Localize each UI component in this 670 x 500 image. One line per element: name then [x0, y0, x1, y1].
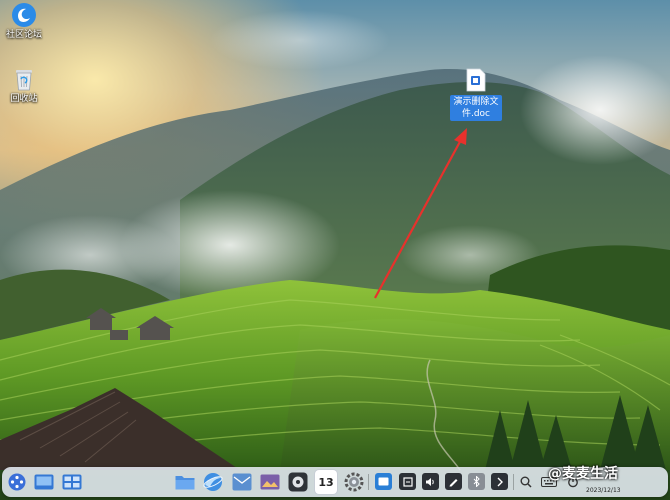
folder-icon	[175, 476, 195, 490]
calendar-button[interactable]: 13	[315, 470, 337, 494]
media-player-icon	[288, 472, 308, 492]
annotation-arrow	[374, 128, 467, 299]
search-button[interactable]	[517, 473, 534, 490]
launcher-icon	[8, 473, 26, 491]
bluetooth-icon	[473, 476, 480, 487]
trash-icon	[16, 70, 32, 91]
mail-icon	[232, 473, 252, 491]
browser-icon	[203, 473, 223, 491]
desktop-file-doc[interactable]: 演示删除文 件.doc	[445, 68, 507, 121]
mail-button[interactable]	[231, 470, 253, 494]
tray-app-button[interactable]	[375, 473, 392, 490]
show-desktop-button[interactable]	[32, 470, 56, 494]
photo-icon	[260, 474, 280, 490]
search-icon	[520, 476, 532, 488]
desktop-icon-label: 社区论坛	[5, 30, 42, 40]
tray-input-button[interactable]	[399, 473, 416, 490]
tray-expand-button[interactable]	[491, 473, 508, 490]
desktop-icon-label: 回收站	[10, 94, 38, 104]
browser-button[interactable]	[202, 470, 224, 494]
desktop-icon-forum[interactable]: 社区论坛	[0, 2, 50, 41]
input-method-icon	[402, 476, 413, 487]
gear-icon	[344, 472, 364, 492]
calendar-icon: 13	[318, 475, 334, 489]
forum-app-icon	[12, 3, 36, 27]
desktop-file-label: 演示删除文 件.doc	[450, 95, 502, 121]
bluetooth-button[interactable]	[468, 473, 485, 490]
window-icon	[378, 477, 389, 486]
file-label-line1: 演示删除文	[453, 97, 499, 107]
screenshot-button[interactable]	[445, 473, 462, 490]
launcher-button[interactable]	[6, 470, 28, 494]
watermark-text: @麦麦生活	[548, 466, 618, 482]
chevron-right-icon	[497, 477, 503, 486]
volume-icon	[426, 477, 434, 486]
media-player-button[interactable]	[287, 470, 309, 494]
photo-viewer-button[interactable]	[259, 470, 281, 494]
multitask-view-button[interactable]	[60, 470, 84, 494]
doc-file-icon	[466, 68, 486, 92]
file-manager-button[interactable]	[174, 470, 196, 494]
multitask-icon	[62, 474, 82, 490]
tray-divider	[368, 474, 369, 490]
taskbar-date[interactable]: 2023/12/13	[586, 487, 621, 494]
settings-button[interactable]	[343, 470, 365, 494]
desktop-icon-trash[interactable]: 回收站	[0, 66, 50, 105]
tray-divider	[513, 474, 514, 490]
desktop-icon	[34, 474, 54, 490]
file-label-line2: 件.doc	[461, 109, 490, 119]
volume-button[interactable]	[422, 473, 439, 490]
pen-icon	[449, 479, 458, 487]
